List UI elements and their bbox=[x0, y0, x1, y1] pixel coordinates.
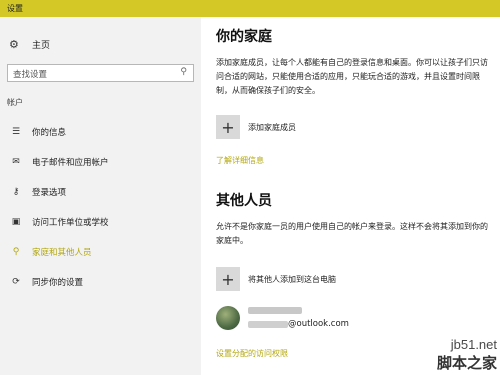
home-nav-item[interactable]: ⚙ 主页 bbox=[9, 36, 50, 52]
add-family-member-button[interactable]: + 添加家庭成员 bbox=[216, 115, 296, 139]
email-local-blurred bbox=[248, 320, 288, 328]
search-box[interactable]: 查找设置 ⚲ bbox=[7, 64, 194, 82]
sidebar-item-your-info[interactable]: ☰ 你的信息 bbox=[0, 119, 201, 145]
sidebar: ⚙ 主页 查找设置 ⚲ 帐户 ☰ 你的信息 ✉ 电子邮件和应用帐户 ⚷ 登录选项… bbox=[0, 17, 201, 375]
sidebar-item-label: 电子邮件和应用帐户 bbox=[32, 158, 109, 168]
learn-more-link[interactable]: 了解详细信息 bbox=[216, 155, 264, 166]
sidebar-item-email-accounts[interactable]: ✉ 电子邮件和应用帐户 bbox=[0, 149, 201, 175]
sidebar-item-sign-in-options[interactable]: ⚷ 登录选项 bbox=[0, 179, 201, 205]
sidebar-item-label: 登录选项 bbox=[32, 188, 67, 198]
avatar bbox=[216, 306, 240, 330]
sync-icon: ⟳ bbox=[12, 277, 20, 287]
sidebar-item-family-others[interactable]: ⚲ 家庭和其他人员 bbox=[0, 239, 201, 265]
sidebar-item-label: 家庭和其他人员 bbox=[32, 248, 92, 258]
gear-icon: ⚙ bbox=[9, 37, 19, 51]
others-heading: 其他人员 bbox=[216, 193, 272, 209]
watermark-name: 脚本之家 bbox=[436, 354, 497, 372]
search-icon[interactable]: ⚲ bbox=[180, 67, 187, 77]
others-description: 允许不是你家庭一员的用户使用自己的帐户来登录。这样不会将其添加到你的家庭中。 bbox=[216, 222, 488, 245]
family-description: 添加家庭成员，让每个人都能有自己的登录信息和桌面。你可以让孩子们只访问合适的网站… bbox=[216, 58, 488, 95]
user-info: @outlook.com bbox=[248, 307, 349, 329]
user-email: @outlook.com bbox=[248, 319, 349, 329]
plus-icon: + bbox=[216, 267, 240, 291]
home-label: 主页 bbox=[32, 40, 51, 51]
search-placeholder: 查找设置 bbox=[13, 70, 48, 80]
sidebar-item-label: 同步你的设置 bbox=[32, 278, 84, 288]
sidebar-item-label: 访问工作单位或学校 bbox=[32, 218, 109, 228]
main-content: 你的家庭 添加家庭成员，让每个人都能有自己的登录信息和桌面。你可以让孩子们只访问… bbox=[201, 17, 500, 375]
add-other-person-label: 将其他人添加到这台电脑 bbox=[248, 274, 336, 284]
sidebar-item-work-school[interactable]: ▣ 访问工作单位或学校 bbox=[0, 209, 201, 235]
people-icon: ⚲ bbox=[12, 247, 20, 257]
title-bar: 设置 bbox=[0, 0, 500, 17]
family-heading: 你的家庭 bbox=[216, 29, 272, 45]
plus-icon: + bbox=[216, 115, 240, 139]
add-family-member-label: 添加家庭成员 bbox=[248, 122, 296, 132]
person-card-icon: ☰ bbox=[11, 127, 21, 137]
assigned-access-link[interactable]: 设置分配的访问权限 bbox=[216, 348, 288, 359]
user-name-blurred bbox=[248, 307, 302, 314]
key-icon: ⚷ bbox=[12, 187, 20, 197]
mail-icon: ✉ bbox=[12, 157, 20, 167]
briefcase-icon: ▣ bbox=[11, 217, 21, 227]
watermark: jb51.net 脚本之家 bbox=[437, 337, 497, 373]
window-title: 设置 bbox=[7, 4, 23, 13]
email-domain: @outlook.com bbox=[288, 319, 349, 329]
add-other-person-button[interactable]: + 将其他人添加到这台电脑 bbox=[216, 267, 336, 291]
watermark-url: jb51.net bbox=[450, 337, 497, 352]
other-user-entry[interactable]: @outlook.com bbox=[216, 305, 349, 331]
sidebar-item-label: 你的信息 bbox=[32, 128, 67, 138]
section-label-accounts: 帐户 bbox=[7, 98, 23, 107]
sidebar-item-sync-settings[interactable]: ⟳ 同步你的设置 bbox=[0, 269, 201, 295]
